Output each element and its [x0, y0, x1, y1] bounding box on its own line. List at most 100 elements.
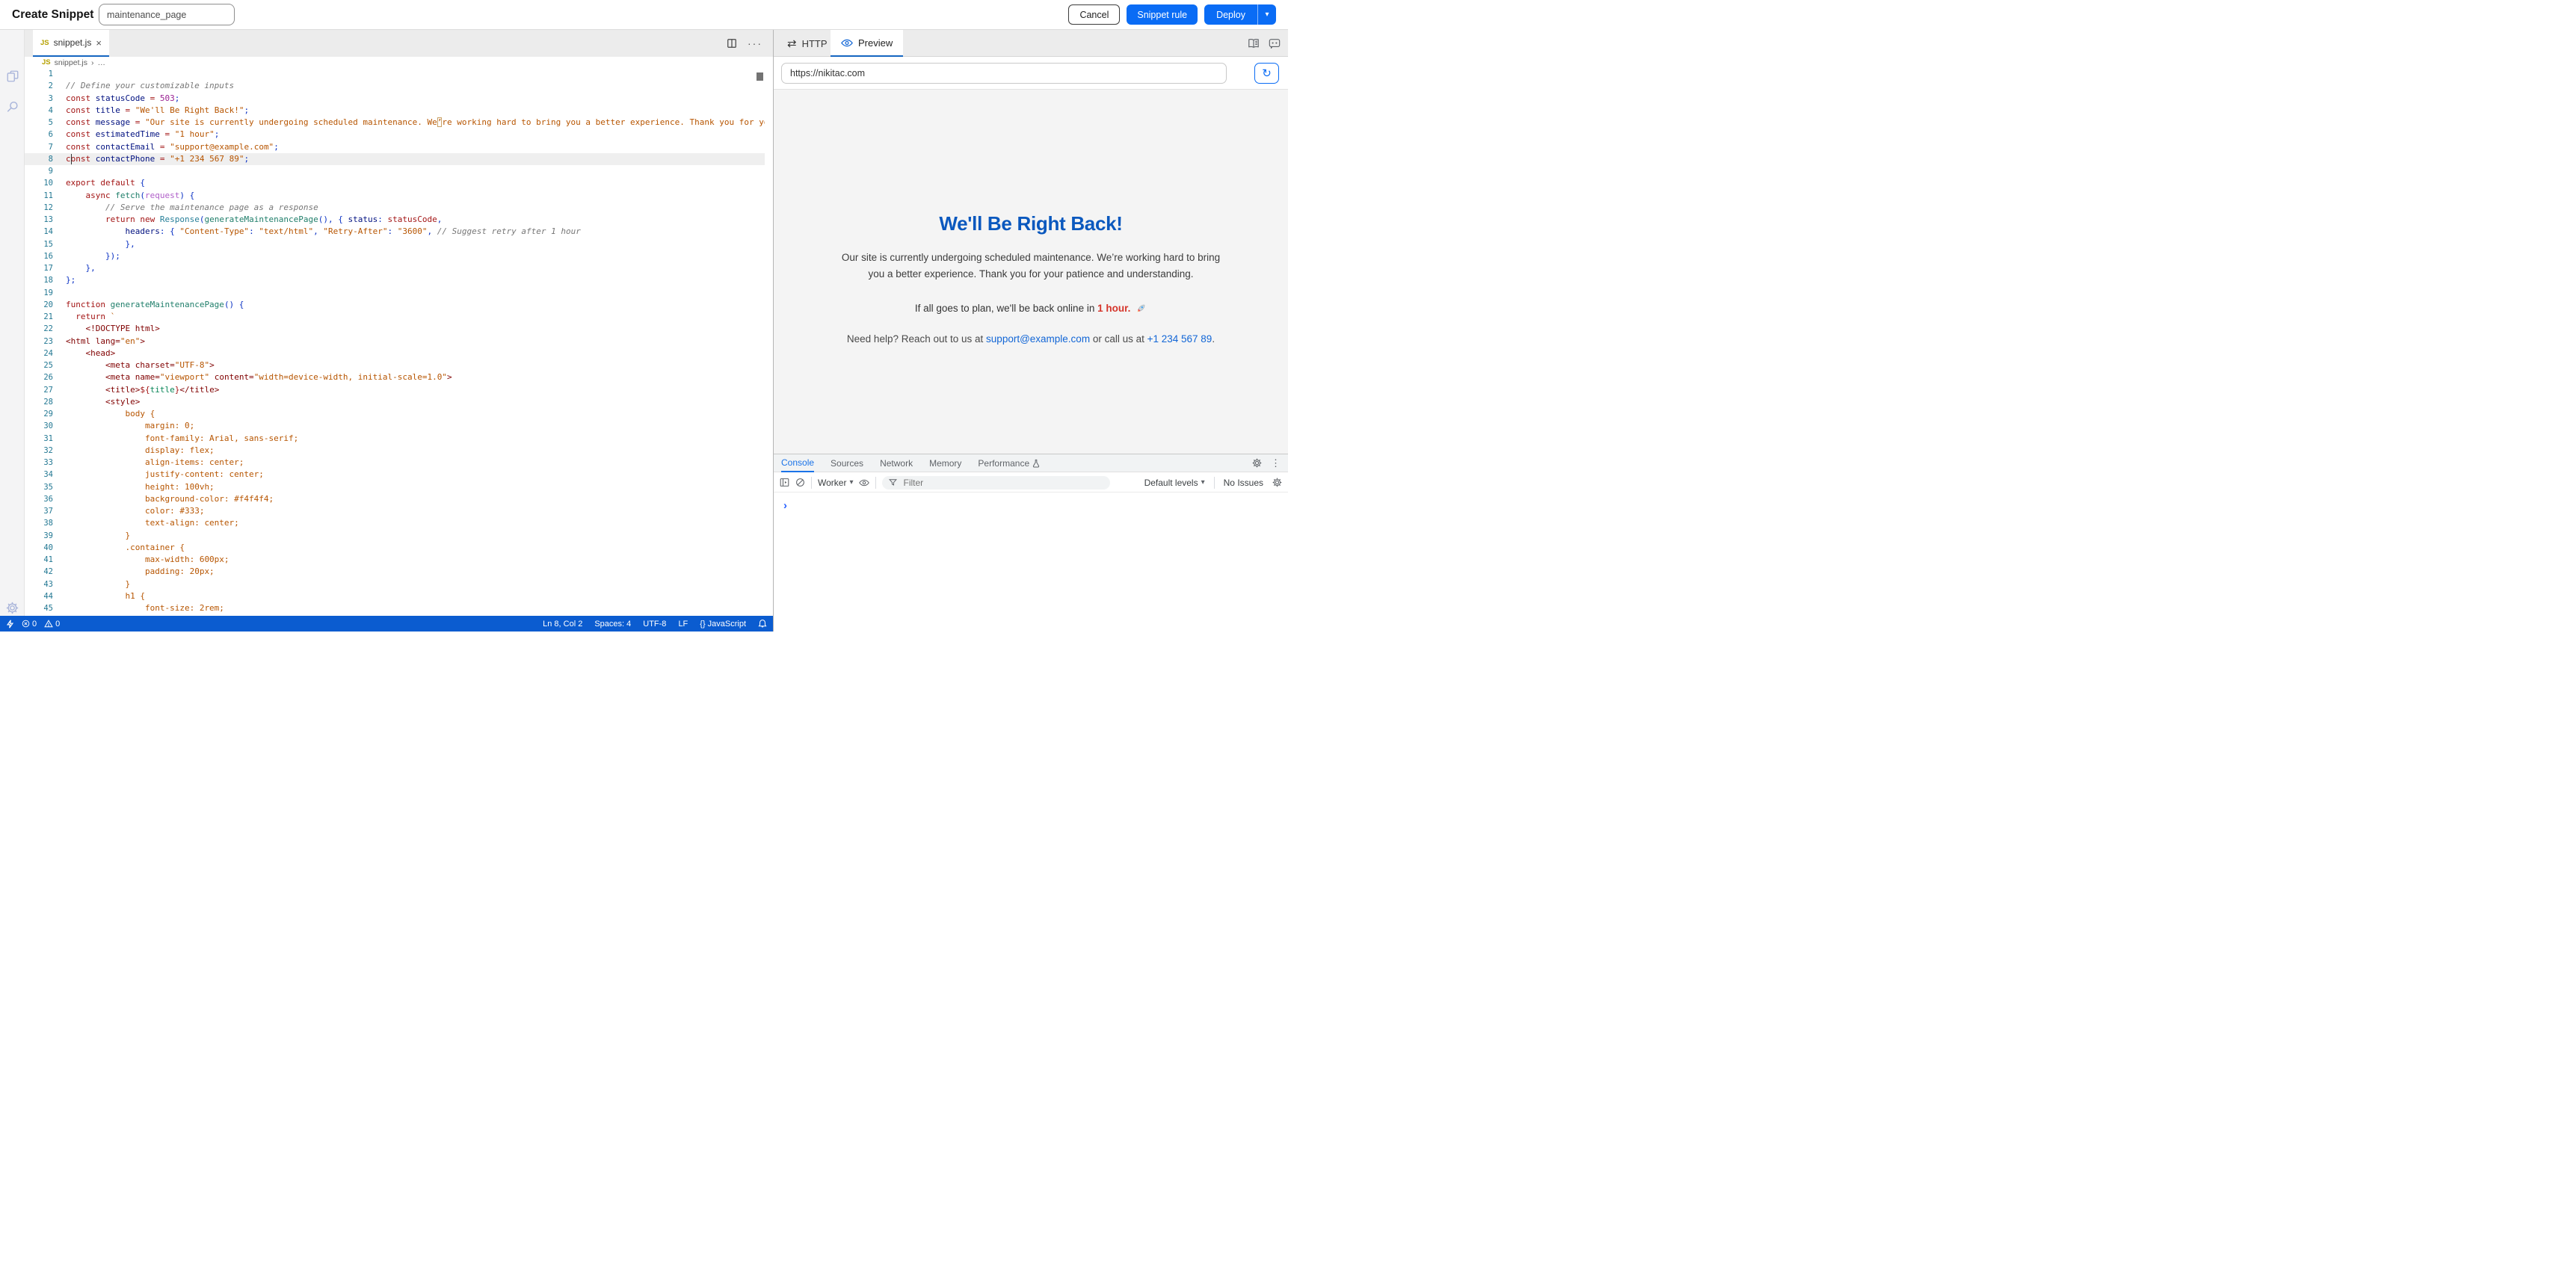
code-line[interactable]: 34 justify-content: center;: [25, 469, 765, 481]
code-line[interactable]: 22 <!DOCTYPE html>: [25, 323, 765, 335]
snippet-name-input[interactable]: [99, 4, 235, 25]
code-line[interactable]: 27 <title>${title}</title>: [25, 384, 765, 396]
code-line[interactable]: 15 },: [25, 238, 765, 250]
docs-book-icon[interactable]: [1248, 38, 1260, 49]
tab-http[interactable]: ⇄ HTTP: [777, 30, 838, 57]
code-line[interactable]: 10export default {: [25, 177, 765, 189]
tab-sources[interactable]: Sources: [831, 454, 863, 472]
refresh-button[interactable]: ↻: [1254, 63, 1279, 84]
code-line[interactable]: 23<html lang="en">: [25, 336, 765, 348]
console-output[interactable]: ›: [774, 492, 1288, 632]
console-filter[interactable]: [882, 476, 1110, 490]
code-line[interactable]: 36 background-color: #f4f4f4;: [25, 493, 765, 505]
tab-memory[interactable]: Memory: [929, 454, 961, 472]
code-line[interactable]: 43 }: [25, 578, 765, 590]
code-line[interactable]: 14 headers: { "Content-Type": "text/html…: [25, 226, 765, 238]
breadcrumb-more[interactable]: …: [97, 58, 105, 67]
code-line[interactable]: 16 });: [25, 250, 765, 262]
code-line[interactable]: 25 <meta charset="UTF-8">: [25, 359, 765, 371]
code-line[interactable]: 44 h1 {: [25, 590, 765, 602]
tab-preview[interactable]: Preview: [831, 30, 903, 57]
code-line[interactable]: 4const title = "We'll Be Right Back!";: [25, 105, 765, 117]
errors-indicator[interactable]: 0: [22, 620, 37, 629]
issues-counter[interactable]: No Issues: [1224, 478, 1263, 488]
tab-snippet-js[interactable]: JS snippet.js ×: [33, 30, 109, 57]
code-line[interactable]: 11 async fetch(request) {: [25, 190, 765, 202]
breadcrumb-file[interactable]: snippet.js: [55, 58, 87, 67]
deploy-caret-button[interactable]: ▾: [1258, 4, 1276, 25]
search-icon[interactable]: [0, 94, 25, 120]
kebab-menu-icon[interactable]: ⋮: [1271, 457, 1281, 469]
code-line[interactable]: 33 align-items: center;: [25, 457, 765, 469]
code-line[interactable]: 2// Define your customizable inputs: [25, 80, 765, 92]
maintenance-help: Need help? Reach out to us at support@ex…: [774, 333, 1288, 345]
editor-scrollbar-thumb[interactable]: [757, 72, 763, 81]
code-line[interactable]: 9: [25, 165, 765, 177]
devtools-settings-gear-icon[interactable]: [1252, 458, 1262, 468]
indentation[interactable]: Spaces: 4: [594, 620, 631, 629]
eol-sequence[interactable]: LF: [678, 620, 688, 629]
code-line[interactable]: 37 color: #333;: [25, 505, 765, 517]
files-icon[interactable]: [0, 64, 25, 89]
default-levels-select[interactable]: Default levels ▾: [1144, 478, 1205, 488]
worker-context-select[interactable]: Worker ▾: [818, 478, 853, 488]
code-line[interactable]: 7const contactEmail = "support@example.c…: [25, 141, 765, 153]
code-line[interactable]: 35 height: 100vh;: [25, 481, 765, 493]
code-line[interactable]: 40 .container {: [25, 542, 765, 554]
tab-performance[interactable]: Performance: [978, 454, 1040, 472]
code-line[interactable]: 13 return new Response(generateMaintenan…: [25, 214, 765, 226]
language-mode[interactable]: {} JavaScript: [700, 620, 746, 629]
code-line[interactable]: 28 <style>: [25, 396, 765, 408]
clear-console-icon[interactable]: [795, 478, 805, 487]
cursor-position[interactable]: Ln 8, Col 2: [543, 620, 582, 629]
code-line[interactable]: 5const message = "Our site is currently …: [25, 117, 765, 129]
code-line[interactable]: 41 max-width: 600px;: [25, 554, 765, 566]
email-link[interactable]: support@example.com: [986, 333, 1090, 345]
console-sidebar-toggle-icon[interactable]: [780, 478, 789, 487]
code-line[interactable]: 19: [25, 287, 765, 299]
code-line[interactable]: 6const estimatedTime = "1 hour";: [25, 129, 765, 140]
code-line[interactable]: 1: [25, 68, 765, 80]
console-settings-gear-icon[interactable]: [1272, 478, 1282, 487]
code-line[interactable]: 17 },: [25, 262, 765, 274]
code-line[interactable]: 21 return `: [25, 311, 765, 323]
code-line[interactable]: 45 font-size: 2rem;: [25, 602, 765, 614]
warnings-indicator[interactable]: 0: [44, 620, 60, 629]
phone-link[interactable]: +1 234 567 89: [1147, 333, 1212, 345]
code-line[interactable]: 26 <meta name="viewport" content="width=…: [25, 371, 765, 383]
code-line[interactable]: 39 }: [25, 530, 765, 542]
code-line[interactable]: 24 <head>: [25, 348, 765, 359]
discord-icon[interactable]: [1269, 38, 1281, 49]
notifications-bell-icon[interactable]: [758, 619, 767, 629]
editor-more-icon[interactable]: ···: [748, 37, 762, 49]
remote-indicator-icon[interactable]: [6, 620, 14, 629]
code-line[interactable]: 38 text-align: center;: [25, 517, 765, 529]
encoding[interactable]: UTF-8: [643, 620, 666, 629]
code-line[interactable]: 18};: [25, 274, 765, 286]
code-line[interactable]: 20function generateMaintenancePage() {: [25, 299, 765, 311]
tab-network[interactable]: Network: [880, 454, 913, 472]
code-line[interactable]: 12 // Serve the maintenance page as a re…: [25, 202, 765, 214]
line-number: 38: [25, 517, 66, 529]
line-number: 43: [25, 578, 66, 590]
snippet-rule-button[interactable]: Snippet rule: [1127, 4, 1198, 25]
code-line[interactable]: 3const statusCode = 503;: [25, 93, 765, 105]
text-cursor: [71, 154, 72, 164]
console-prompt-chevron[interactable]: ›: [783, 500, 787, 511]
code-line[interactable]: 8const contactPhone = "+1 234 567 89";: [25, 153, 765, 165]
code-line[interactable]: 32 display: flex;: [25, 445, 765, 457]
tab-close-icon[interactable]: ×: [96, 38, 102, 48]
code-editor[interactable]: 12// Define your customizable inputs3con…: [25, 68, 765, 616]
breadcrumb[interactable]: JS snippet.js › …: [25, 57, 773, 68]
code-line[interactable]: 31 font-family: Arial, sans-serif;: [25, 433, 765, 445]
code-line[interactable]: 42 padding: 20px;: [25, 566, 765, 578]
tab-console[interactable]: Console: [781, 454, 814, 472]
filter-input[interactable]: [902, 477, 1069, 489]
code-line[interactable]: 30 margin: 0;: [25, 420, 765, 432]
deploy-button[interactable]: Deploy: [1204, 4, 1258, 25]
url-input[interactable]: [781, 63, 1227, 84]
watch-eye-icon[interactable]: [859, 479, 869, 487]
code-line[interactable]: 29 body {: [25, 408, 765, 420]
split-editor-icon[interactable]: [727, 38, 737, 49]
cancel-button[interactable]: Cancel: [1068, 4, 1120, 25]
